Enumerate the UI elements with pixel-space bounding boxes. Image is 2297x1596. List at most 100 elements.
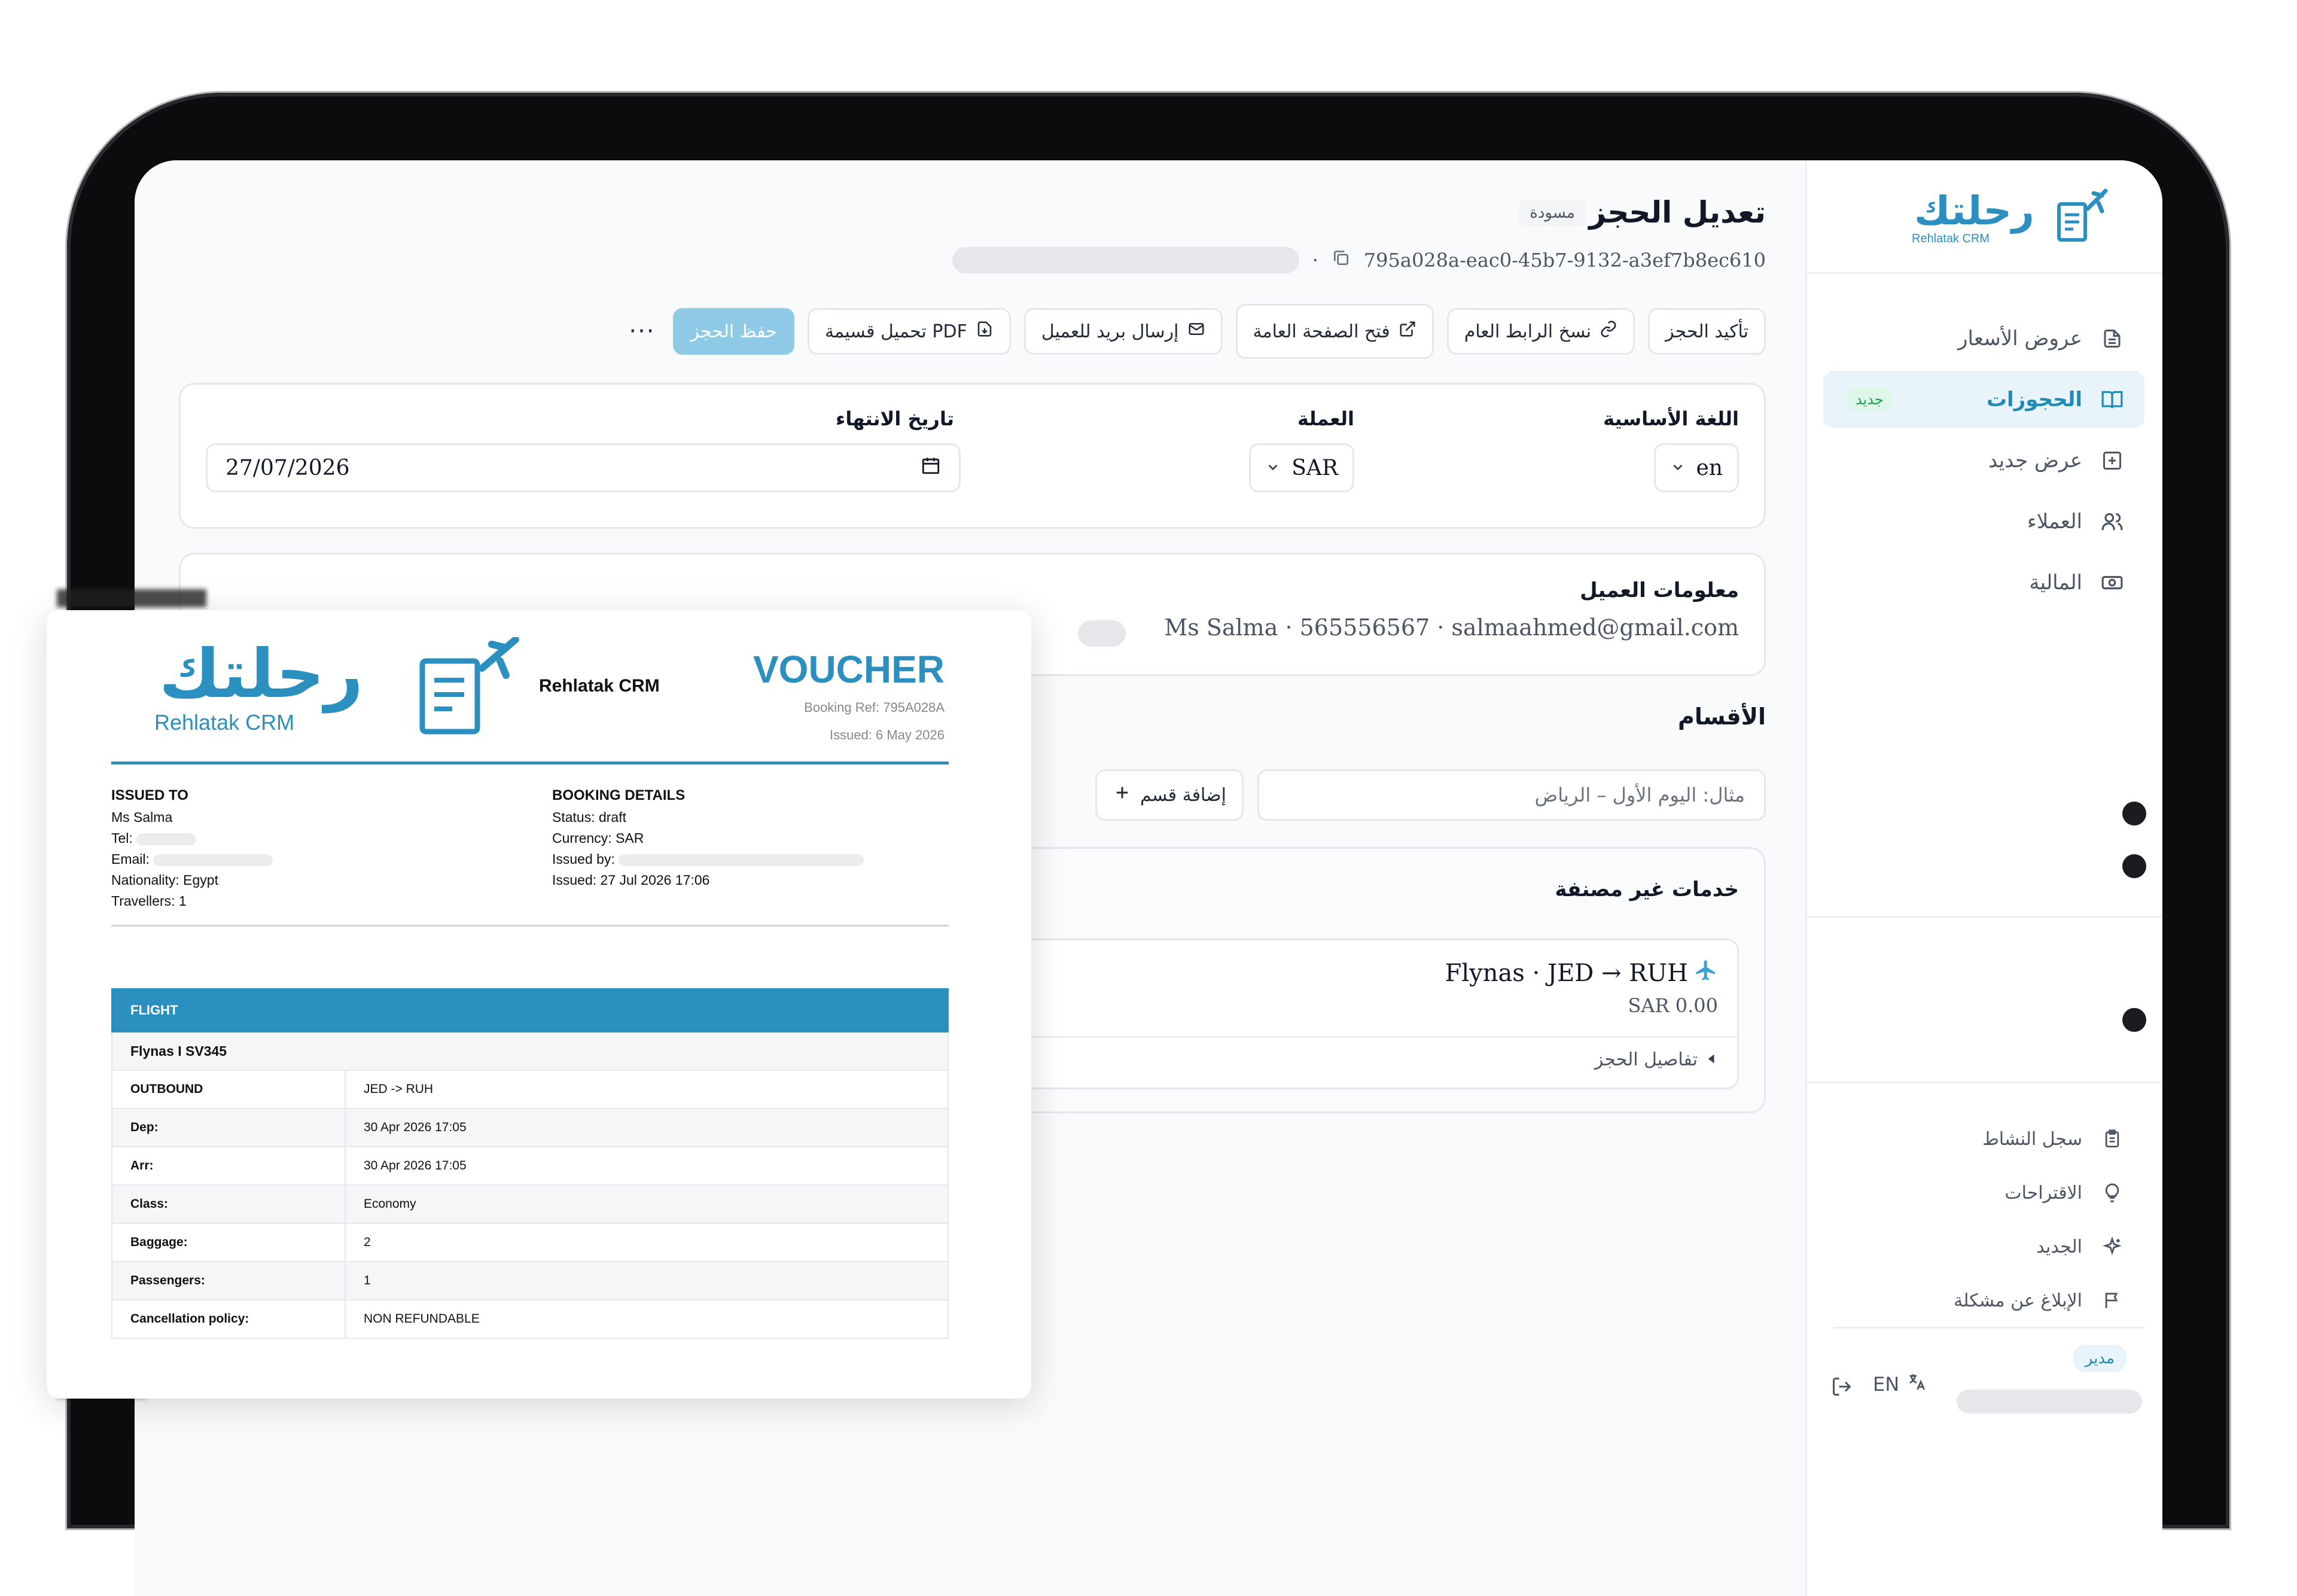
lightbulb-icon: [2099, 1180, 2125, 1206]
service-name-row: Flynas · JED → RUH: [1445, 958, 1718, 988]
save-label: حفظ الحجز: [690, 321, 777, 342]
redacted-field: [136, 833, 197, 845]
service-name: Flynas · JED → RUH: [1445, 960, 1688, 987]
row-key: OUTBOUND: [111, 1070, 346, 1109]
sidebar-item-finance[interactable]: المالية: [1823, 554, 2144, 611]
row-key: Baggage:: [111, 1223, 346, 1262]
flight-table-header: FLIGHT: [111, 988, 949, 1032]
section-name-input[interactable]: مثال: اليوم الأول – الرياض: [1257, 769, 1766, 821]
rehlatak-logo: رحلتك Rehlatak CRM: [153, 635, 536, 745]
separator-dot: ·: [1312, 249, 1318, 272]
more-actions-button[interactable]: ···: [624, 313, 660, 349]
sidebar-item-whats-new[interactable]: الجديد: [1823, 1222, 2144, 1271]
table-row: Cancellation policy: NON REFUNDABLE: [111, 1299, 949, 1339]
voucher-title: VOUCHER: [753, 648, 945, 691]
sparkles-icon: [2099, 1233, 2125, 1260]
flight-name-row: Flynas I SV345: [111, 1031, 949, 1071]
open-public-page-button[interactable]: فتح الصفحة العامة: [1235, 304, 1434, 359]
table-row: Passengers: 1: [111, 1261, 949, 1300]
external-link-icon: [1399, 320, 1416, 343]
book-icon: [2099, 386, 2125, 413]
sidebar-item-label: الإبلاغ عن مشكلة: [1954, 1290, 2082, 1311]
save-booking-button[interactable]: حفظ الحجز: [673, 308, 794, 355]
redacted-field: [153, 854, 273, 866]
sidebar-item-label: المالية: [2029, 571, 2082, 595]
divider: [1805, 916, 2162, 918]
user-name-redacted: [1957, 1390, 2142, 1414]
document-icon: [2099, 325, 2125, 352]
sidebar-item-label: الاقتراحات: [2004, 1182, 2082, 1204]
table-row: Dep: 30 Apr 2026 17:05: [111, 1108, 949, 1147]
chevron-down-icon: [1670, 456, 1686, 480]
sidebar-item-suggestions[interactable]: الاقتراحات: [1823, 1168, 2144, 1217]
end-date-input[interactable]: 27/07/2026: [206, 443, 961, 492]
flag-icon: [2099, 1287, 2125, 1314]
client-section-title: معلومات العميل: [1580, 578, 1739, 602]
language-toggle[interactable]: EN: [1873, 1372, 1927, 1397]
plus-square-icon: [2099, 447, 2125, 474]
table-row: Arr: 30 Apr 2026 17:05: [111, 1146, 949, 1186]
row-key: Dep:: [111, 1108, 346, 1147]
plus-icon: [1113, 783, 1132, 807]
email-client-button[interactable]: إرسال بريد للعميل: [1023, 308, 1223, 355]
issued-to-name: Ms Salma: [111, 809, 173, 825]
booking-settings-card: اللغة الأساسية en العملة SAR تاريخ الانت…: [179, 383, 1766, 529]
row-key: Arr:: [111, 1146, 346, 1186]
sidebar-item-activity-log[interactable]: سجل النشاط: [1823, 1114, 2144, 1164]
flight-table: FLIGHT Flynas I SV345 OUTBOUND JED -> RUH…: [111, 988, 949, 1339]
row-key: Passengers:: [111, 1261, 346, 1300]
divider: [111, 762, 949, 765]
open-public-label: فتح الصفحة العامة: [1253, 321, 1390, 342]
svg-text:Rehlatak CRM: Rehlatak CRM: [154, 710, 294, 735]
download-pdf-label: تحميل قسيمة PDF: [824, 321, 967, 342]
divider: [111, 925, 949, 927]
currency-value: SAR: [1291, 455, 1338, 480]
add-section-button[interactable]: إضافة قسم: [1095, 769, 1244, 821]
users-icon: [2099, 508, 2125, 535]
language-value: en: [1696, 455, 1723, 480]
svg-text:Rehlatak CRM: Rehlatak CRM: [1912, 232, 1990, 245]
document-shadow: [57, 589, 206, 607]
copy-link-label: نسخ الرابط العام: [1464, 321, 1592, 342]
currency-select[interactable]: SAR: [1249, 443, 1354, 492]
logout-icon[interactable]: [1831, 1376, 1853, 1400]
copy-id-icon[interactable]: [1332, 248, 1351, 272]
client-summary: Ms Salma · 565556567 · salmaahmed@gmail.…: [1164, 614, 1739, 641]
add-section-label: إضافة قسم: [1140, 784, 1226, 806]
services-title: خدمات غير مصنفة: [1555, 878, 1739, 901]
redacted-field: [619, 854, 864, 866]
calendar-icon[interactable]: [921, 455, 941, 481]
tel-label: Tel:: [111, 830, 133, 846]
row-value: 1: [345, 1261, 949, 1300]
rehlatak-logo[interactable]: رحلتك Rehlatak CRM: [1908, 187, 2112, 253]
row-value: NON REFUNDABLE: [345, 1299, 949, 1339]
voucher-document: رحلتك Rehlatak CRM Rehlatak CRM VOUCHER …: [47, 610, 1031, 1399]
sidebar-item-quotes[interactable]: عروض الأسعار: [1823, 310, 2144, 367]
chevron-down-icon: [1265, 456, 1281, 480]
service-price: SAR 0.00: [1628, 994, 1718, 1017]
download-pdf-button[interactable]: تحميل قسيمة PDF: [807, 308, 1011, 355]
sidebar-item-clients[interactable]: العملاء: [1823, 493, 2144, 550]
voucher-booking-ref: Booking Ref: 795A028A: [804, 700, 945, 715]
voucher-issued-date: Issued: 6 May 2026: [829, 727, 945, 742]
sidebar-item-bookings[interactable]: الحجوزات جديد: [1823, 371, 2144, 428]
sidebar-item-new-quote[interactable]: عرض جديد: [1823, 432, 2144, 489]
redacted-field: [952, 247, 1299, 273]
booking-currency: Currency: SAR: [552, 830, 644, 846]
row-value: 2: [345, 1223, 949, 1262]
divider: [1805, 1082, 2162, 1083]
sidebar-item-report-issue[interactable]: الإبلاغ عن مشكلة: [1823, 1276, 2144, 1325]
row-value: 30 Apr 2026 17:05: [345, 1108, 949, 1147]
booking-issued-at: Issued: 27 Jul 2026 17:06: [552, 872, 710, 888]
device-camera: [2122, 802, 2146, 826]
copy-public-link-button[interactable]: نسخ الرابط العام: [1446, 308, 1635, 355]
sections-title: الأقسام: [1678, 703, 1766, 730]
language-select[interactable]: en: [1653, 443, 1739, 492]
booking-id-line: 795a028a-eac0-45b7-9132-a3ef7b8ec610 ·: [952, 247, 1766, 273]
end-date-value: 27/07/2026: [226, 455, 350, 480]
booking-details-toggle[interactable]: تفاصيل الحجز: [1595, 1049, 1718, 1070]
confirm-label: تأكيد الحجز: [1665, 321, 1748, 342]
device-camera: [2122, 1008, 2146, 1032]
booking-status: Status: draft: [552, 809, 627, 825]
confirm-booking-button[interactable]: تأكيد الحجز: [1648, 308, 1766, 355]
